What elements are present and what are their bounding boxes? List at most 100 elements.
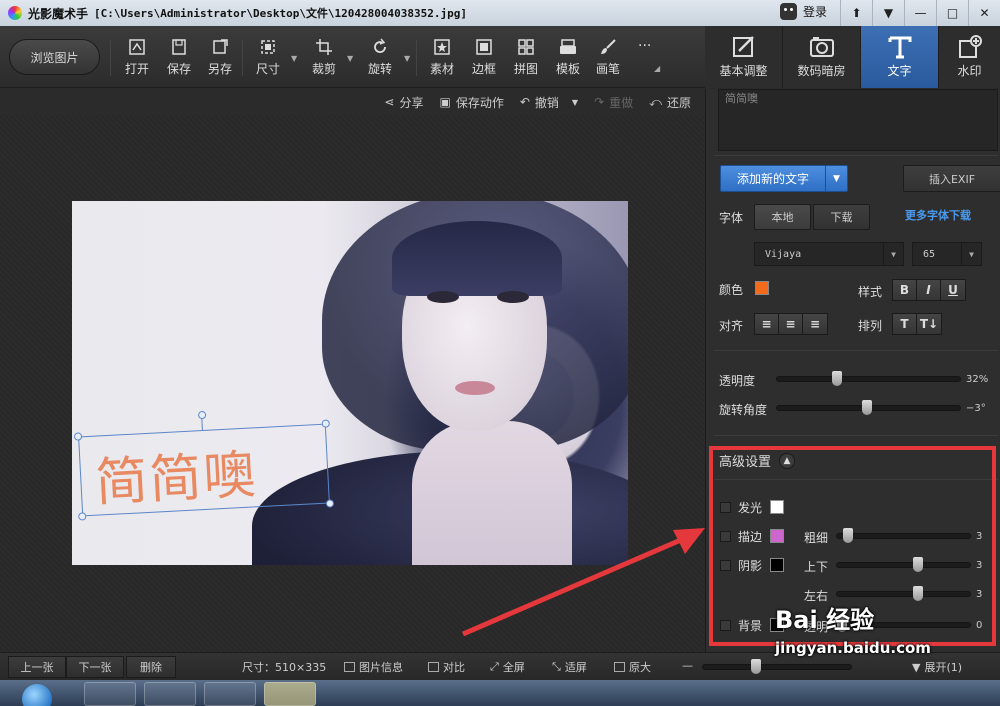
compare-label: 对比 bbox=[443, 661, 465, 674]
style-buttons: B I U bbox=[892, 279, 966, 301]
text-color-swatch[interactable] bbox=[755, 281, 769, 295]
undo-dropdown-icon[interactable]: ▼ bbox=[572, 98, 578, 107]
open-icon bbox=[129, 39, 145, 55]
next-image-button[interactable]: 下一张 bbox=[66, 656, 124, 678]
template-label: 模板 bbox=[555, 62, 580, 76]
rotate-icon bbox=[374, 38, 386, 53]
save-action-button[interactable]: ▣ 保存动作 bbox=[439, 94, 503, 111]
compare-button[interactable]: 对比 bbox=[428, 659, 465, 675]
tab-digital-darkroom[interactable]: 数码暗房 bbox=[783, 26, 861, 88]
frame-icon bbox=[476, 39, 492, 55]
toolbar-divider bbox=[416, 40, 417, 76]
add-text-button[interactable]: 添加新的文字 ▼ bbox=[720, 165, 848, 192]
fullscreen-button[interactable]: ⤢ 全屏 bbox=[490, 659, 525, 675]
taskbar-app-chrome[interactable] bbox=[204, 682, 256, 706]
image-info-button[interactable]: 图片信息 bbox=[344, 659, 403, 675]
image-canvas[interactable]: 简简噢 bbox=[0, 116, 705, 652]
style-label: 样式 bbox=[858, 285, 883, 299]
material-button[interactable]: 素材 bbox=[420, 38, 464, 77]
open-button[interactable]: 打开 bbox=[115, 38, 159, 77]
main-toolbar: 浏览图片 打开 保存 另存 尺寸 ▼ 裁剪 ▼ 旋转 ▼ 素材 边框 拼图 模板… bbox=[0, 26, 705, 88]
crop-label: 裁剪 bbox=[311, 62, 336, 76]
undo-button[interactable]: ↶ 撤销 ▼ bbox=[520, 94, 578, 111]
font-size-select[interactable]: 65 ▼ bbox=[912, 242, 982, 266]
fit-screen-button[interactable]: ⤡ 适屏 bbox=[552, 659, 587, 675]
skin-button[interactable]: ⬆ bbox=[840, 0, 872, 26]
rotate-button[interactable]: 旋转 bbox=[358, 38, 402, 77]
align-center-icon[interactable]: ≡ bbox=[779, 314, 803, 334]
more-tools-button[interactable]: ··· bbox=[638, 38, 651, 54]
maximize-button[interactable]: □ bbox=[936, 0, 968, 26]
add-text-dropdown-icon[interactable]: ▼ bbox=[825, 166, 847, 191]
rotation-slider[interactable] bbox=[776, 400, 961, 415]
rotate-label: 旋转 bbox=[367, 62, 392, 76]
restore-button[interactable]: ⤺ 还原 bbox=[649, 94, 691, 111]
opacity-knob[interactable] bbox=[832, 371, 842, 386]
rotation-label: 旋转角度 bbox=[719, 403, 768, 417]
bold-button[interactable]: B bbox=[893, 280, 917, 300]
taskbar-app-photoshop[interactable] bbox=[84, 682, 136, 706]
photo-eye bbox=[427, 291, 459, 303]
minimize-button[interactable]: — bbox=[904, 0, 936, 26]
tab-basic-adjust[interactable]: 基本调整 bbox=[705, 26, 783, 88]
annotation-arrow bbox=[462, 528, 705, 637]
taskbar-app-current[interactable] bbox=[264, 682, 316, 706]
font-tab-local[interactable]: 本地 bbox=[754, 204, 811, 230]
rotate-dropdown-icon[interactable]: ▼ bbox=[404, 54, 410, 63]
frame-label: 边框 bbox=[471, 62, 496, 76]
expand-label: 展开(1) bbox=[924, 661, 963, 674]
text-content-input[interactable]: 简简噢 bbox=[718, 89, 998, 151]
watermark-url: jingyan.baidu.com bbox=[775, 639, 931, 657]
redo-button[interactable]: ↷ 重做 bbox=[594, 94, 633, 111]
collage-button[interactable]: 拼图 bbox=[504, 38, 548, 77]
close-button[interactable]: ✕ bbox=[968, 0, 1000, 26]
material-label: 素材 bbox=[429, 62, 454, 76]
expand-button[interactable]: ▼ 展开(1) bbox=[912, 659, 962, 675]
resize-dropdown-icon[interactable]: ▼ bbox=[291, 54, 297, 63]
underline-button[interactable]: U bbox=[941, 280, 965, 300]
photo-eye bbox=[497, 291, 529, 303]
tab-text[interactable]: 文字 bbox=[861, 26, 939, 88]
delete-image-button[interactable]: 删除 bbox=[126, 656, 176, 678]
menu-button[interactable]: ▼ bbox=[872, 0, 904, 26]
template-button[interactable]: 模板 bbox=[546, 38, 590, 77]
font-size-value: 65 bbox=[923, 248, 936, 260]
align-right-icon[interactable]: ≡ bbox=[803, 314, 827, 334]
login-button[interactable]: 登录 bbox=[780, 3, 827, 20]
font-family-select[interactable]: Vijaya ▼ bbox=[754, 242, 904, 266]
resize-button[interactable]: 尺寸 bbox=[246, 38, 290, 77]
horizontal-text-icon[interactable]: T bbox=[893, 314, 917, 334]
save-button[interactable]: 保存 bbox=[157, 38, 201, 77]
redo-icon: ↷ bbox=[594, 95, 605, 109]
frame-button[interactable]: 边框 bbox=[462, 38, 506, 77]
crop-dropdown-icon[interactable]: ▼ bbox=[347, 54, 353, 63]
zoom-out-icon[interactable]: — bbox=[682, 659, 693, 672]
start-button-icon[interactable] bbox=[22, 684, 52, 706]
insert-exif-button[interactable]: 插入EXIF bbox=[903, 165, 1000, 192]
original-size-button[interactable]: 原大 bbox=[614, 659, 651, 675]
zoom-knob[interactable] bbox=[751, 659, 761, 674]
rotation-knob[interactable] bbox=[862, 400, 872, 415]
tab-watermark[interactable]: 水印 bbox=[939, 26, 1000, 88]
tab-basic-adjust-label: 基本调整 bbox=[719, 64, 768, 78]
toolbar-divider bbox=[242, 40, 243, 76]
taskbar-app-explorer[interactable] bbox=[144, 682, 196, 706]
zoom-slider[interactable] bbox=[702, 659, 852, 674]
share-button[interactable]: ⋖ 分享 bbox=[384, 94, 423, 111]
save-as-button[interactable]: 另存 bbox=[198, 38, 242, 77]
browse-images-button[interactable]: 浏览图片 bbox=[9, 39, 100, 75]
vertical-text-icon[interactable]: T↓ bbox=[917, 314, 941, 334]
expand-toolbar-icon[interactable]: ◢ bbox=[654, 64, 660, 73]
align-left-icon[interactable]: ≡ bbox=[755, 314, 779, 334]
resize-handle-top-left[interactable] bbox=[73, 432, 83, 441]
share-icon: ⋖ bbox=[384, 95, 395, 109]
crop-button[interactable]: 裁剪 bbox=[302, 38, 346, 77]
app-logo-icon bbox=[8, 6, 22, 20]
more-fonts-link[interactable]: 更多字体下载 bbox=[905, 207, 971, 223]
previous-image-button[interactable]: 上一张 bbox=[8, 656, 66, 678]
opacity-slider[interactable] bbox=[776, 371, 961, 386]
font-tab-download[interactable]: 下载 bbox=[813, 204, 870, 230]
italic-button[interactable]: I bbox=[917, 280, 941, 300]
text-overlay-frame[interactable]: 简简噢 bbox=[73, 410, 335, 521]
brush-button[interactable]: 画笔 bbox=[586, 38, 630, 77]
